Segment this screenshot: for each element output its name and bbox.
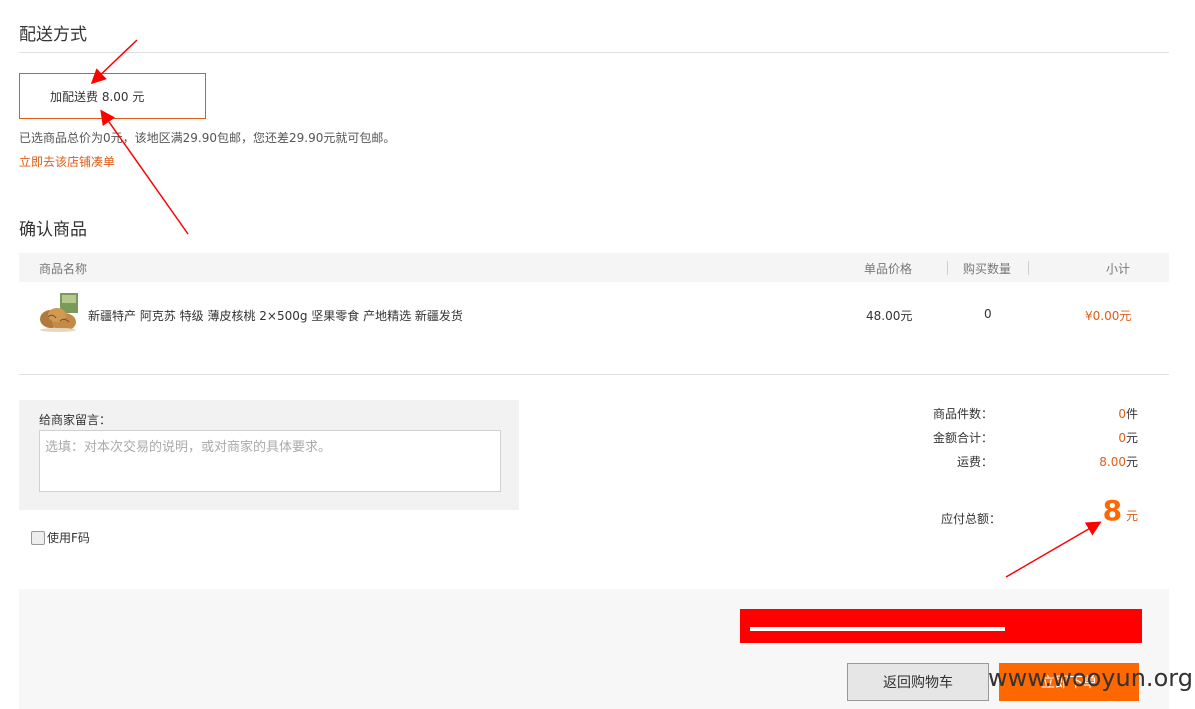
amount-total-value: 0元 — [1118, 431, 1138, 445]
annotation-arrow — [1005, 521, 1102, 578]
col-header-subtotal: 小计 — [1106, 262, 1131, 276]
product-quantity: 0 — [984, 307, 992, 321]
col-header-price: 单品价格 — [864, 262, 913, 276]
product-row: 新疆特产 阿克苏 特级 薄皮核桃 2×500g 坚果零食 产地精选 新疆发货 4… — [19, 283, 1169, 343]
shipping-fee-label: 运费： — [956, 455, 993, 469]
fcode-option[interactable]: 使用F码 — [31, 529, 90, 546]
fcode-label: 使用F码 — [47, 531, 90, 545]
product-table-header: 商品名称 单品价格 购买数量 小计 — [19, 253, 1169, 282]
redaction-line — [750, 627, 1005, 631]
item-count-value: 0件 — [1118, 407, 1138, 421]
col-header-name: 商品名称 — [39, 262, 88, 276]
col-header-quantity: 购买数量 — [963, 262, 1012, 276]
seller-message-panel: 给商家留言： — [19, 400, 519, 510]
product-subtotal: ¥0.00元 — [1085, 309, 1132, 323]
section-divider — [19, 374, 1169, 375]
payable-total-value: 8 元 — [1102, 494, 1138, 527]
product-unit-price: 48.00元 — [866, 309, 913, 323]
back-to-cart-button[interactable]: 返回购物车 — [847, 663, 989, 701]
shipping-option-label: 加配送费 8.00 元 — [50, 89, 145, 104]
shipping-fee-value: 8.00元 — [1099, 455, 1138, 469]
confirm-section-title: 确认商品 — [19, 220, 87, 240]
amount-total-label: 金额合计： — [932, 431, 993, 445]
payable-total-label: 应付总额： — [940, 512, 1001, 526]
walnut-product-thumbnail[interactable] — [38, 291, 80, 333]
item-count-label: 商品件数： — [932, 407, 993, 421]
shipping-section-title: 配送方式 — [19, 25, 87, 45]
seller-message-label: 给商家留言： — [39, 413, 112, 427]
watermark-text: www.wooyun.org — [988, 664, 1193, 692]
section-divider — [19, 52, 1169, 53]
col-separator — [1028, 261, 1029, 275]
seller-message-input[interactable] — [39, 430, 501, 492]
product-name-link[interactable]: 新疆特产 阿克苏 特级 薄皮核桃 2×500g 坚果零食 产地精选 新疆发货 — [88, 307, 463, 324]
col-separator — [947, 261, 948, 275]
shop-combine-link[interactable]: 立即去该店铺凑单 — [19, 153, 115, 170]
free-shipping-note: 已选商品总价为0元，该地区满29.90包邮，您还差29.90元就可包邮。 — [19, 131, 396, 145]
redaction-block — [740, 609, 1142, 643]
fcode-checkbox[interactable] — [31, 530, 45, 545]
shipping-option-selected[interactable]: 加配送费 8.00 元 — [19, 73, 206, 119]
